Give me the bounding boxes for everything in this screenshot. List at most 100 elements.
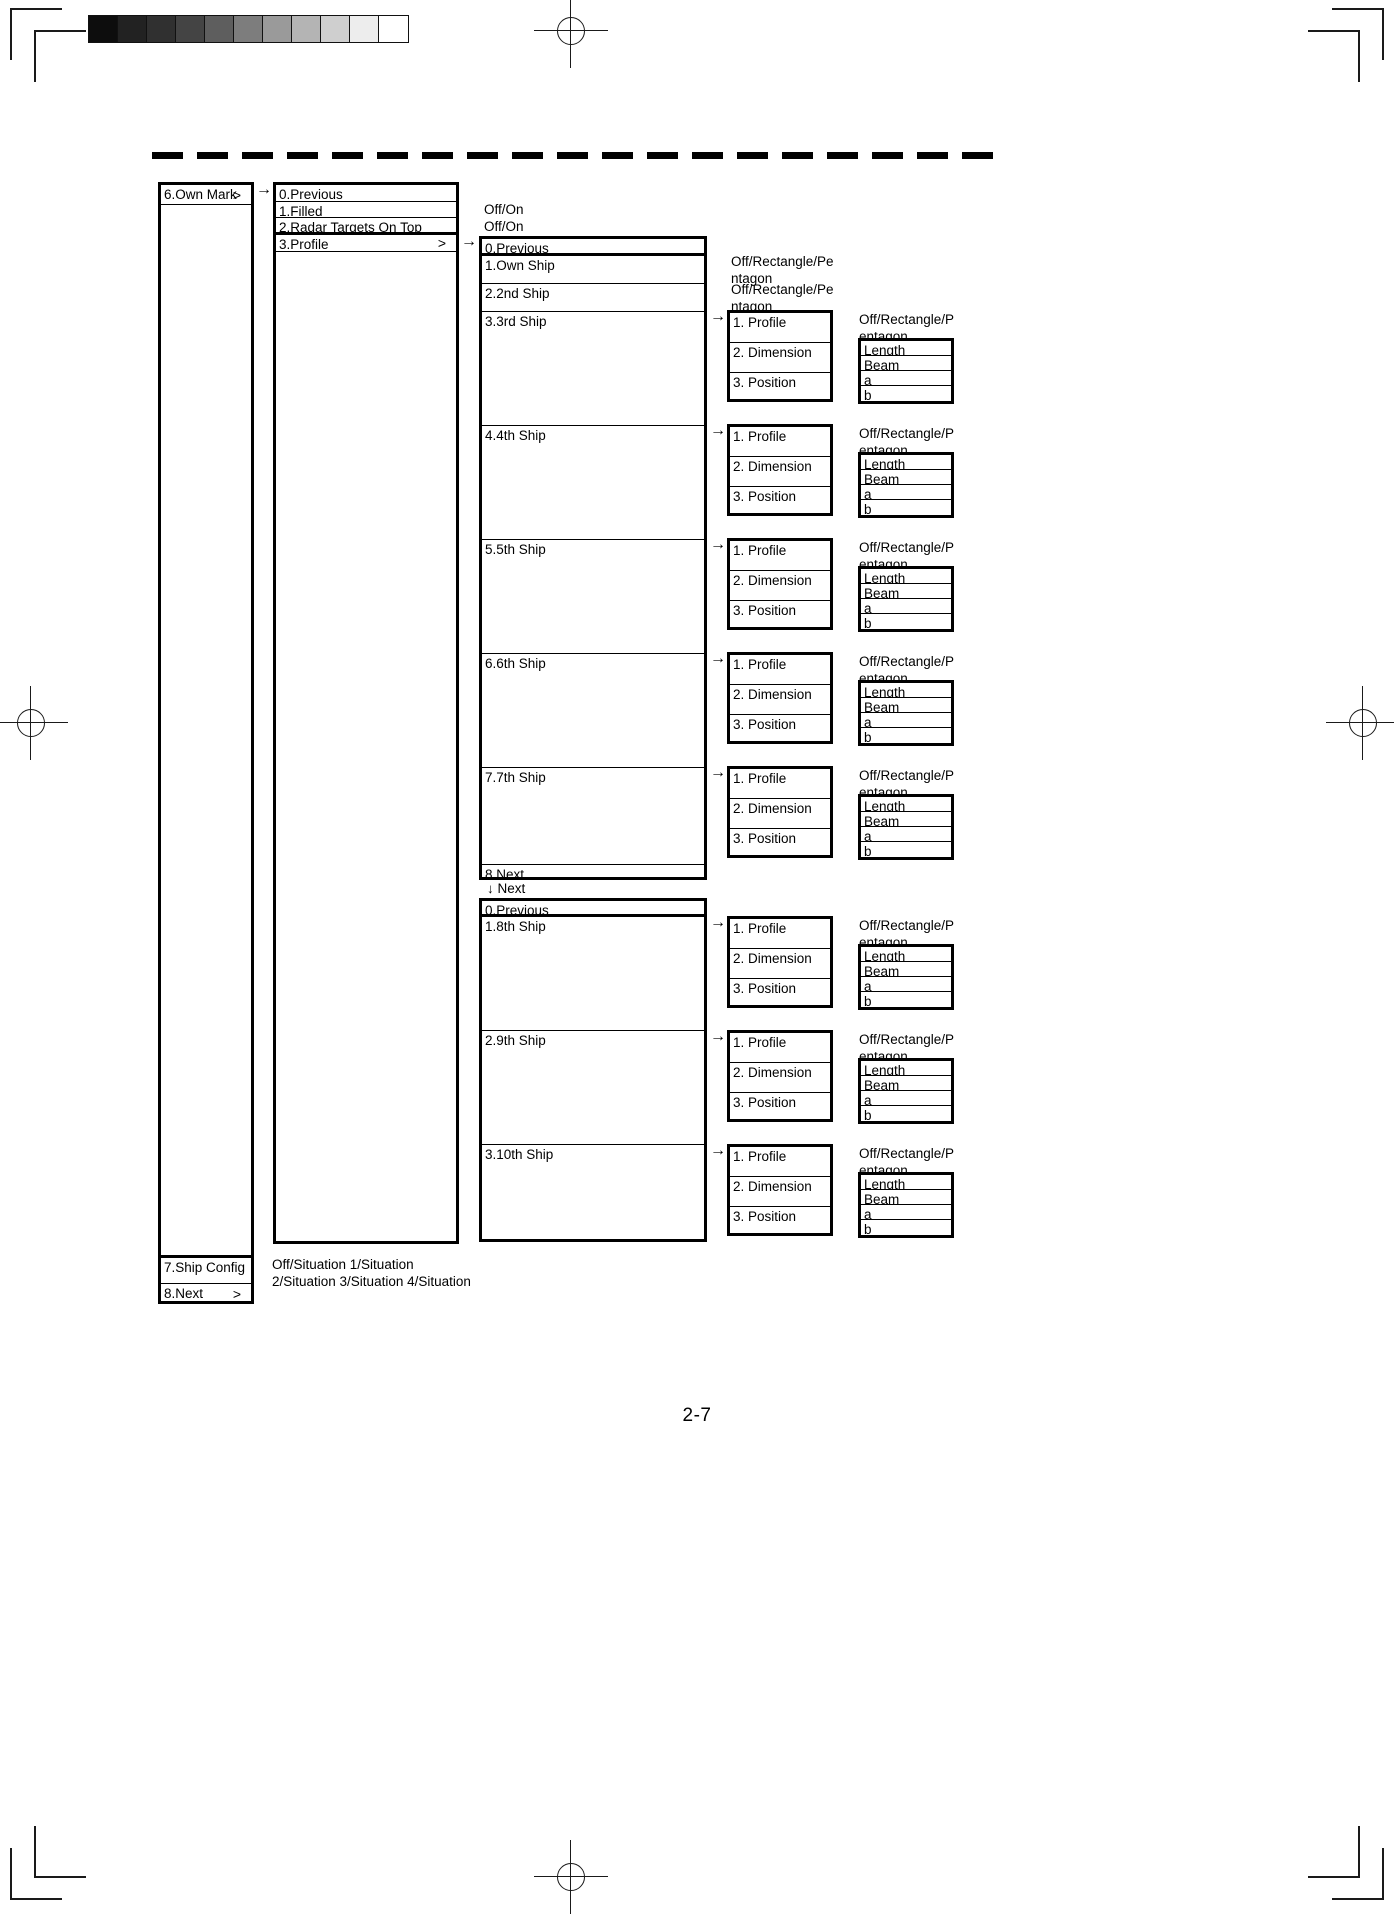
menu-item-position[interactable]: 3. Position: [730, 1093, 830, 1123]
value-field-a[interactable]: a: [861, 371, 951, 386]
menu-item-profile-detail[interactable]: 1. Profile: [730, 919, 830, 949]
menu-item-profile-detail[interactable]: 1. Profile: [730, 541, 830, 571]
value-field-beam[interactable]: Beam: [861, 470, 951, 485]
arrow-right-icon-l3-l4: →: [710, 1142, 726, 1159]
menu-item-label: 5.5th Ship: [485, 542, 546, 557]
value-field-beam[interactable]: Beam: [861, 356, 951, 371]
level1-tail-group: 7.Ship Config 8.Next >: [158, 1255, 254, 1304]
value-field-length[interactable]: Length: [861, 683, 951, 698]
menu-item-dimension[interactable]: 2. Dimension: [730, 571, 830, 601]
menu-item-dimension[interactable]: 2. Dimension: [730, 1063, 830, 1093]
value-field-beam[interactable]: Beam: [861, 812, 951, 827]
value-field-length[interactable]: Length: [861, 1061, 951, 1076]
menu-item-5th-ship[interactable]: 5.5th Ship: [482, 540, 704, 654]
menu-item-own-mark[interactable]: 6.Own Mark >: [161, 185, 251, 205]
value-field-a[interactable]: a: [861, 713, 951, 728]
value-field-a[interactable]: a: [861, 599, 951, 614]
menu-item-profile-detail[interactable]: 1. Profile: [730, 655, 830, 685]
menu-item-profile-detail[interactable]: 1. Profile: [730, 1033, 830, 1063]
arrow-right-icon-l3-l4: →: [710, 650, 726, 667]
menu-item-4th-ship[interactable]: 4.4th Ship: [482, 426, 704, 540]
value-field-b[interactable]: b: [861, 386, 951, 401]
value-field-beam[interactable]: Beam: [861, 962, 951, 977]
menu-item-previous-l2[interactable]: 0.Previous: [276, 185, 456, 202]
menu-item-8th-ship[interactable]: 1.8th Ship: [482, 917, 704, 1031]
menu-item-radar-targets-on-top[interactable]: 2.Radar Targets On Top: [276, 218, 456, 235]
value-field-label: Beam: [864, 1078, 900, 1091]
menu-item-profile-l2[interactable]: 3.Profile >: [276, 235, 456, 252]
value-field-b[interactable]: b: [861, 500, 951, 515]
menu-item-profile-detail[interactable]: 1. Profile: [730, 1147, 830, 1177]
ship-detail-menu-group: 1. Profile 2. Dimension 3. Position: [727, 424, 833, 516]
menu-item-label: 3. Position: [733, 1209, 797, 1224]
menu-item-position[interactable]: 3. Position: [730, 829, 830, 859]
menu-item-own-ship[interactable]: 1.Own Ship: [482, 256, 704, 284]
value-field-beam[interactable]: Beam: [861, 698, 951, 713]
value-field-a[interactable]: a: [861, 827, 951, 842]
menu-item-7th-ship[interactable]: 7.7th Ship: [482, 768, 704, 865]
value-field-beam[interactable]: Beam: [861, 1190, 951, 1205]
menu-item-next-level1[interactable]: 8.Next >: [161, 1284, 251, 1304]
value-field-a[interactable]: a: [861, 485, 951, 500]
menu-item-previous-l3p2[interactable]: 0.Previous: [482, 901, 704, 917]
menu-item-position[interactable]: 3. Position: [730, 601, 830, 631]
value-field-a[interactable]: a: [861, 977, 951, 992]
value-field-beam[interactable]: Beam: [861, 1076, 951, 1091]
ship-dimension-values-group: Length Beam a b: [858, 338, 954, 404]
menu-item-label: 2.9th Ship: [485, 1033, 546, 1048]
next-label: Next: [497, 881, 526, 896]
value-field-length[interactable]: Length: [861, 341, 951, 356]
menu-item-next-l3p1[interactable]: 8.Next: [482, 865, 704, 881]
ship-dimension-values-group: Length Beam a b: [858, 1058, 954, 1124]
menu-item-position[interactable]: 3. Position: [730, 979, 830, 1009]
menu-item-ship-config[interactable]: 7.Ship Config: [161, 1258, 251, 1284]
value-field-b[interactable]: b: [861, 728, 951, 743]
value-field-label: b: [864, 1222, 872, 1235]
menu-item-dimension[interactable]: 2. Dimension: [730, 457, 830, 487]
filled-options-note: Off/On: [484, 202, 524, 217]
menu-item-6th-ship[interactable]: 6.6th Ship: [482, 654, 704, 768]
value-field-b[interactable]: b: [861, 842, 951, 857]
value-field-label: Beam: [864, 472, 900, 485]
menu-item-label: 1.8th Ship: [485, 919, 546, 934]
menu-item-dimension[interactable]: 2. Dimension: [730, 685, 830, 715]
value-field-b[interactable]: b: [861, 992, 951, 1007]
menu-item-previous-l3p1[interactable]: 0.Previous: [482, 239, 704, 256]
value-field-length[interactable]: Length: [861, 947, 951, 962]
value-field-a[interactable]: a: [861, 1205, 951, 1220]
value-field-length[interactable]: Length: [861, 455, 951, 470]
menu-item-profile-detail[interactable]: 1. Profile: [730, 769, 830, 799]
menu-item-label: 3. Position: [733, 603, 797, 618]
menu-item-position[interactable]: 3. Position: [730, 373, 830, 403]
menu-item-profile-detail[interactable]: 1. Profile: [730, 313, 830, 343]
value-field-beam[interactable]: Beam: [861, 584, 951, 599]
menu-item-position[interactable]: 3. Position: [730, 487, 830, 517]
menu-item-position[interactable]: 3. Position: [730, 1207, 830, 1237]
value-field-length[interactable]: Length: [861, 1175, 951, 1190]
menu-item-dimension[interactable]: 2. Dimension: [730, 343, 830, 373]
menu-item-9th-ship[interactable]: 2.9th Ship: [482, 1031, 704, 1145]
menu-item-dimension[interactable]: 2. Dimension: [730, 1177, 830, 1207]
level3-profile-page2-group: 0.Previous 1.8th Ship 2.9th Ship 3.10th …: [479, 898, 707, 1242]
ship-detail-menu-group: 1. Profile 2. Dimension 3. Position: [727, 1030, 833, 1122]
menu-item-3rd-ship[interactable]: 3.3rd Ship: [482, 312, 704, 426]
menu-tree-diagram: 6.Own Mark > 7.Ship Config 8.Next > Off/…: [0, 0, 1394, 1908]
menu-item-dimension[interactable]: 2. Dimension: [730, 799, 830, 829]
menu-item-dimension[interactable]: 2. Dimension: [730, 949, 830, 979]
menu-item-label: 2. Dimension: [733, 951, 812, 966]
menu-item-10th-ship[interactable]: 3.10th Ship: [482, 1145, 704, 1241]
menu-item-profile-detail[interactable]: 1. Profile: [730, 427, 830, 457]
menu-item-label: 2. Dimension: [733, 459, 812, 474]
menu-item-2nd-ship[interactable]: 2.2nd Ship: [482, 284, 704, 312]
menu-item-label: 3. Position: [733, 1095, 797, 1110]
value-field-length[interactable]: Length: [861, 569, 951, 584]
menu-item-filled[interactable]: 1.Filled: [276, 202, 456, 218]
ship-detail-menu-group: 1. Profile 2. Dimension 3. Position: [727, 1144, 833, 1236]
value-field-a[interactable]: a: [861, 1091, 951, 1106]
value-field-b[interactable]: b: [861, 1220, 951, 1235]
value-field-b[interactable]: b: [861, 1106, 951, 1121]
menu-item-position[interactable]: 3. Position: [730, 715, 830, 745]
value-field-label: b: [864, 502, 872, 515]
value-field-length[interactable]: Length: [861, 797, 951, 812]
value-field-b[interactable]: b: [861, 614, 951, 629]
